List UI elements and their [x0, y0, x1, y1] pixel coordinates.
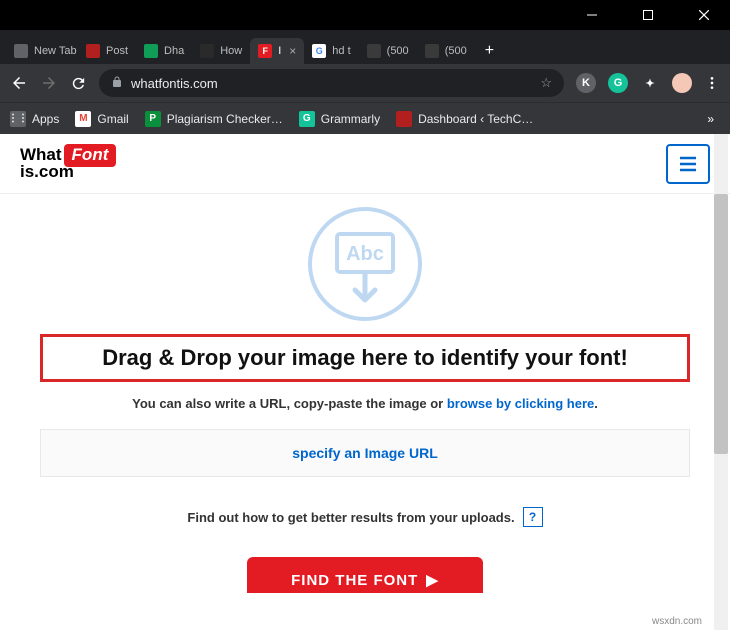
favicon-icon: [367, 44, 381, 58]
tab-label: I: [278, 45, 281, 57]
tab-label: (500: [445, 45, 467, 57]
bookmark-icon: G: [299, 111, 315, 127]
vertical-scrollbar[interactable]: [714, 134, 728, 630]
bookmark-icon: P: [145, 111, 161, 127]
browser-tab[interactable]: Post: [78, 38, 136, 64]
bookmark-label: Apps: [32, 112, 59, 126]
upload-image-icon: Abc: [305, 204, 425, 324]
window-titlebar: [0, 0, 730, 30]
bookmark-star-icon[interactable]: ☆: [540, 75, 552, 91]
hamburger-menu-button[interactable]: [666, 144, 710, 184]
favicon-icon: [200, 44, 214, 58]
favicon-icon: [144, 44, 158, 58]
bookmark-item[interactable]: G Grammarly: [299, 111, 380, 127]
bookmark-item[interactable]: ⋮⋮ Apps: [10, 111, 59, 127]
browser-tab[interactable]: How: [192, 38, 250, 64]
browser-tab[interactable]: (500: [359, 38, 417, 64]
chevron-right-icon: ▶: [426, 571, 439, 589]
subtext-static: You can also write a URL, copy-paste the…: [132, 396, 447, 411]
bookmarks-bar: ⋮⋮ Apps M Gmail P Plagiarism Checker… G Grammar…: [0, 102, 730, 134]
site-header: WhatFontis.com: [0, 134, 730, 194]
new-tab-button[interactable]: +: [475, 38, 504, 64]
bookmark-icon: [396, 111, 412, 127]
extension-icon[interactable]: G: [608, 73, 628, 93]
find-font-button[interactable]: FIND THE FONT ▶: [247, 557, 483, 593]
favicon-icon: G: [312, 44, 326, 58]
favicon-icon: [86, 44, 100, 58]
tip-text: Find out how to get better results from …: [187, 510, 514, 525]
drop-zone-heading[interactable]: Drag & Drop your image here to identify …: [40, 334, 690, 382]
reload-button[interactable]: [70, 75, 87, 92]
cta-label: FIND THE FONT: [291, 572, 418, 589]
browser-tab[interactable]: (500: [417, 38, 475, 64]
bookmarks-overflow-button[interactable]: »: [707, 112, 720, 126]
extension-icon[interactable]: K: [576, 73, 596, 93]
url-text: whatfontis.com: [131, 76, 218, 91]
extension-icon[interactable]: ✦: [640, 73, 660, 93]
scroll-thumb[interactable]: [714, 194, 728, 454]
tab-label: New Tab: [34, 45, 77, 57]
bookmark-icon: ⋮⋮: [10, 111, 26, 127]
browser-tab[interactable]: Ghd t: [304, 38, 358, 64]
main-content: Abc Drag & Drop your image here to ident…: [0, 194, 730, 603]
image-url-input[interactable]: [40, 429, 690, 477]
tip-line: Find out how to get better results from …: [40, 507, 690, 527]
tab-label: Post: [106, 45, 128, 57]
browse-link[interactable]: browse by clicking here: [447, 396, 594, 411]
maximize-button[interactable]: [630, 0, 666, 30]
browser-tab[interactable]: Dha: [136, 38, 192, 64]
extension-icons: KG ✦: [576, 73, 692, 93]
bookmark-icon: M: [75, 111, 91, 127]
forward-button[interactable]: [40, 74, 58, 92]
tab-strip: New Tab Post Dha How FI × Ghd t (500 (500 +: [0, 30, 730, 64]
browser-tab[interactable]: New Tab: [6, 38, 78, 64]
close-tab-icon[interactable]: ×: [289, 44, 296, 58]
close-window-button[interactable]: [686, 0, 722, 30]
address-bar: whatfontis.com ☆ KG ✦: [0, 64, 730, 102]
svg-text:Abc: Abc: [346, 243, 384, 265]
browser-tab[interactable]: FI ×: [250, 38, 304, 64]
bookmark-item[interactable]: P Plagiarism Checker…: [145, 111, 283, 127]
watermark-text: wsxdn.com: [652, 616, 702, 627]
bookmark-label: Grammarly: [321, 112, 380, 126]
favicon-icon: [14, 44, 28, 58]
subtext-line: You can also write a URL, copy-paste the…: [40, 396, 690, 411]
tab-label: (500: [387, 45, 409, 57]
browser-menu-button[interactable]: [704, 75, 720, 91]
lock-icon: [111, 76, 123, 91]
extension-icon[interactable]: [672, 73, 692, 93]
url-field[interactable]: whatfontis.com ☆: [99, 69, 564, 97]
favicon-icon: [425, 44, 439, 58]
tab-label: hd t: [332, 45, 350, 57]
favicon-icon: F: [258, 44, 272, 58]
bookmark-item[interactable]: M Gmail: [75, 111, 128, 127]
bookmark-label: Gmail: [97, 112, 128, 126]
page-viewport: WhatFontis.com Abc Drag & Drop your imag…: [0, 134, 730, 630]
tab-label: How: [220, 45, 242, 57]
tab-label: Dha: [164, 45, 184, 57]
bookmark-label: Dashboard ‹ TechC…: [418, 112, 533, 126]
help-button[interactable]: ?: [523, 507, 543, 527]
back-button[interactable]: [10, 74, 28, 92]
bookmark-label: Plagiarism Checker…: [167, 112, 283, 126]
site-logo[interactable]: WhatFontis.com: [20, 145, 118, 182]
minimize-button[interactable]: [574, 0, 610, 30]
bookmark-item[interactable]: Dashboard ‹ TechC…: [396, 111, 533, 127]
